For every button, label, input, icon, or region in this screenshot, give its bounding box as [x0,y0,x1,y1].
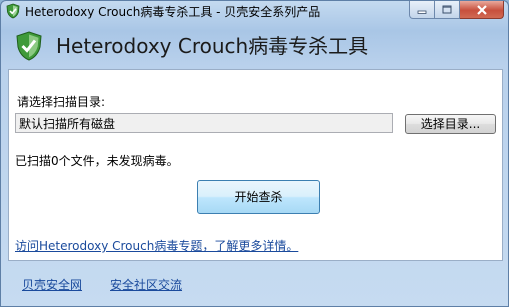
scan-status: 已扫描0个文件，未发现病毒。 [15,154,179,168]
header-banner: Heterodoxy Crouch病毒专杀工具 [9,25,501,67]
banner-title: Heterodoxy Crouch病毒专杀工具 [56,34,369,58]
title-bar[interactable]: Heterodoxy Crouch病毒专杀工具 - 贝壳安全系列产品 [1,1,508,23]
directory-label: 请选择扫描目录: [17,95,106,109]
directory-input[interactable] [15,113,393,133]
maximize-icon [442,5,452,13]
footer-link-security-community[interactable]: 安全社区交流 [110,276,182,293]
maximize-button[interactable] [435,1,460,19]
browse-directory-button[interactable]: 选择目录... [405,114,496,134]
start-scan-button[interactable]: 开始查杀 [197,180,320,214]
virus-topic-link[interactable]: 访问Heterodoxy Crouch病毒专题，了解更多详情。 [15,237,298,254]
minimize-button[interactable] [409,1,435,19]
footer-link-beike-security[interactable]: 贝壳安全网 [22,276,82,293]
close-button[interactable] [460,1,504,19]
shield-logo-icon [16,31,42,61]
window-title: Heterodoxy Crouch病毒专杀工具 - 贝壳安全系列产品 [25,5,321,19]
caption-buttons [409,1,504,19]
close-icon [476,4,487,15]
scan-panel: 请选择扫描目录: 选择目录... 已扫描0个文件，未发现病毒。 开始查杀 访问H… [8,69,503,261]
app-window: Heterodoxy Crouch病毒专杀工具 - 贝壳安全系列产品 Heter… [0,0,509,307]
shield-icon [6,3,20,19]
minimize-icon [417,10,427,14]
